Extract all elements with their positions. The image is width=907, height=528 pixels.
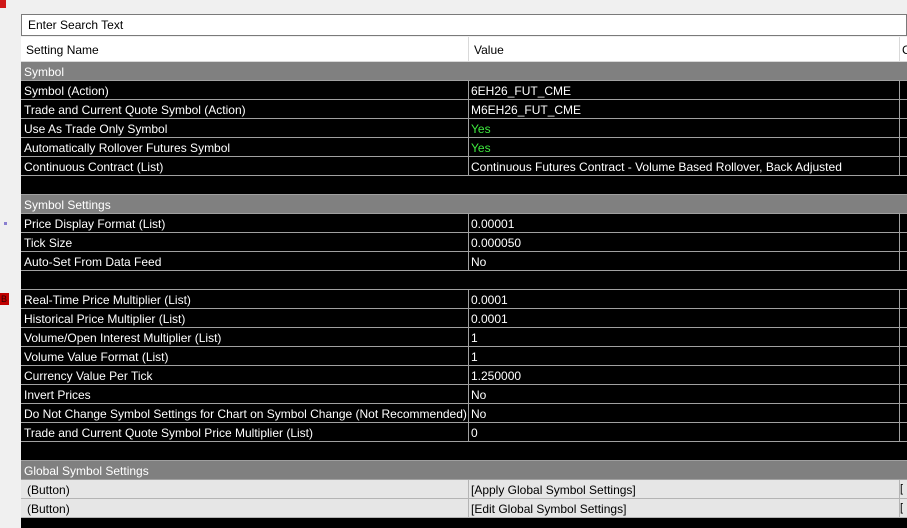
setting-row[interactable]: Trade and Current Quote Symbol (Action) M… bbox=[21, 100, 907, 119]
setting-value[interactable]: 6EH26_FUT_CME bbox=[469, 81, 900, 100]
setting-row[interactable]: Symbol (Action) 6EH26_FUT_CME bbox=[21, 81, 907, 100]
column-header-value[interactable]: Value bbox=[469, 37, 900, 62]
edit-global-settings-row[interactable]: (Button) [Edit Global Symbol Settings][ bbox=[21, 499, 907, 518]
setting-name: Symbol (Action) bbox=[21, 81, 469, 100]
setting-name: Invert Prices bbox=[21, 385, 469, 404]
setting-name: Auto-Set From Data Feed bbox=[21, 252, 469, 271]
setting-value[interactable]: M6EH26_FUT_CME bbox=[469, 100, 900, 119]
setting-value[interactable]: Continuous Futures Contract - Volume Bas… bbox=[469, 157, 900, 176]
setting-row[interactable]: Currency Value Per Tick 1.250000 bbox=[21, 366, 907, 385]
setting-name: Trade and Current Quote Symbol Price Mul… bbox=[21, 423, 469, 442]
search-input[interactable]: Enter Search Text bbox=[21, 14, 907, 36]
setting-value[interactable]: 0.00001 bbox=[469, 214, 900, 233]
setting-row[interactable]: Do Not Change Symbol Settings for Chart … bbox=[21, 404, 907, 423]
settings-grid: Setting Name Value C Symbol Symbol (Acti… bbox=[21, 37, 907, 528]
setting-value[interactable]: Yes bbox=[469, 138, 900, 157]
setting-value[interactable]: Yes bbox=[469, 119, 900, 138]
setting-row[interactable]: Price Display Format (List) 0.00001 bbox=[21, 214, 907, 233]
apply-global-symbol-settings-button[interactable]: [Apply Global Symbol Settings] bbox=[469, 480, 900, 499]
setting-row[interactable]: Continuous Contract (List) Continuous Fut… bbox=[21, 157, 907, 176]
setting-value[interactable]: 0.0001 bbox=[469, 309, 900, 328]
top-red-marker bbox=[0, 0, 6, 8]
extra-cell: [ bbox=[900, 480, 907, 499]
setting-row[interactable]: Volume/Open Interest Multiplier (List) 1 bbox=[21, 328, 907, 347]
setting-row[interactable]: Historical Price Multiplier (List) 0.0001 bbox=[21, 309, 907, 328]
setting-value[interactable]: No bbox=[469, 385, 900, 404]
setting-name: Real-Time Price Multiplier (List) bbox=[21, 290, 469, 309]
side-marker: B bbox=[0, 293, 9, 305]
setting-value[interactable]: 0.000050 bbox=[469, 233, 900, 252]
setting-name: Currency Value Per Tick bbox=[21, 366, 469, 385]
setting-name: Continuous Contract (List) bbox=[21, 157, 469, 176]
setting-value[interactable]: 0 bbox=[469, 423, 900, 442]
dot-marker bbox=[4, 222, 7, 225]
setting-name: Volume/Open Interest Multiplier (List) bbox=[21, 328, 469, 347]
settings-window: B Enter Search Text Setting Name Value C… bbox=[0, 0, 907, 528]
column-header-setting-name[interactable]: Setting Name bbox=[21, 37, 469, 62]
setting-row[interactable]: Volume Value Format (List) 1 bbox=[21, 347, 907, 366]
extra-cell: [ bbox=[900, 499, 907, 518]
setting-name: Price Display Format (List) bbox=[21, 214, 469, 233]
section-header-global-symbol-settings[interactable]: Global Symbol Settings bbox=[21, 461, 907, 480]
column-header-extra[interactable]: C bbox=[900, 37, 907, 62]
setting-row[interactable]: Use As Trade Only Symbol Yes bbox=[21, 119, 907, 138]
blank-row bbox=[21, 271, 907, 290]
setting-row[interactable]: Automatically Rollover Futures Symbol Yes bbox=[21, 138, 907, 157]
setting-value[interactable]: 1 bbox=[469, 328, 900, 347]
setting-name: (Button) bbox=[21, 499, 469, 518]
setting-name: Use As Trade Only Symbol bbox=[21, 119, 469, 138]
setting-name: Automatically Rollover Futures Symbol bbox=[21, 138, 469, 157]
section-header-symbol-settings[interactable]: Symbol Settings bbox=[21, 195, 907, 214]
left-margin: B bbox=[0, 0, 20, 528]
setting-value[interactable]: No bbox=[469, 404, 900, 423]
setting-value[interactable]: No bbox=[469, 252, 900, 271]
setting-name: Do Not Change Symbol Settings for Chart … bbox=[21, 404, 469, 423]
setting-name: Tick Size bbox=[21, 233, 469, 252]
blank-row bbox=[21, 176, 907, 195]
edit-global-symbol-settings-button[interactable]: [Edit Global Symbol Settings] bbox=[469, 499, 900, 518]
setting-value[interactable]: 0.0001 bbox=[469, 290, 900, 309]
setting-name: Historical Price Multiplier (List) bbox=[21, 309, 469, 328]
setting-value[interactable]: 1 bbox=[469, 347, 900, 366]
setting-name: Volume Value Format (List) bbox=[21, 347, 469, 366]
setting-row[interactable]: Auto-Set From Data Feed No bbox=[21, 252, 907, 271]
setting-value[interactable]: 1.250000 bbox=[469, 366, 900, 385]
setting-name: (Button) bbox=[21, 480, 469, 499]
setting-row[interactable]: Tick Size 0.000050 bbox=[21, 233, 907, 252]
apply-global-settings-row[interactable]: (Button) [Apply Global Symbol Settings][ bbox=[21, 480, 907, 499]
setting-row[interactable]: Real-Time Price Multiplier (List) 0.0001 bbox=[21, 290, 907, 309]
blank-row bbox=[21, 442, 907, 461]
setting-name: Trade and Current Quote Symbol (Action) bbox=[21, 100, 469, 119]
section-header-symbol[interactable]: Symbol bbox=[21, 62, 907, 81]
setting-row[interactable]: Trade and Current Quote Symbol Price Mul… bbox=[21, 423, 907, 442]
setting-row[interactable]: Invert Prices No bbox=[21, 385, 907, 404]
grid-header: Setting Name Value C bbox=[21, 37, 907, 62]
